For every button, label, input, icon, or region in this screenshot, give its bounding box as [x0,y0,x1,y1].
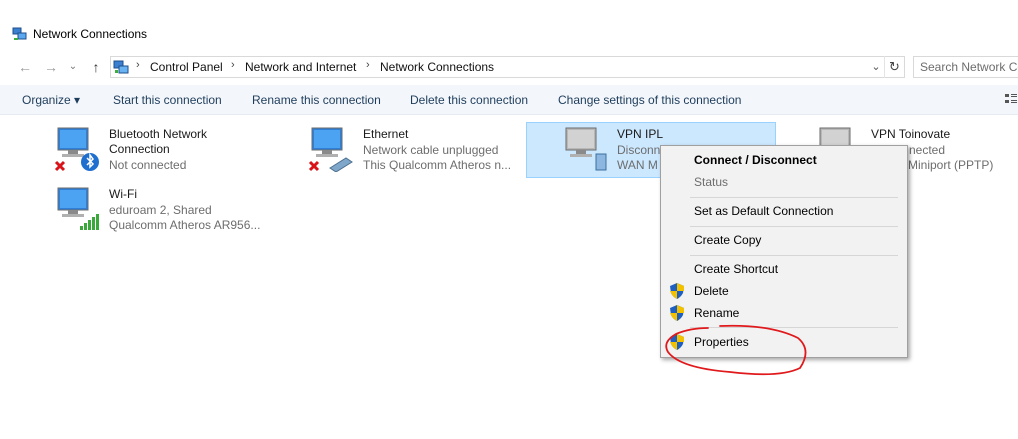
connection-name: Connection [109,142,170,156]
back-arrow-icon[interactable]: ← [16,58,34,76]
breadcrumb-separator-icon: › [231,59,235,71]
connection-device: Miniport (PPTP) [908,158,994,172]
recent-locations-chevron-icon[interactable]: ⌄ [64,58,82,76]
connection-name: VPN IPL [617,127,664,141]
menu-item-properties[interactable]: Properties [694,335,749,349]
window-title: Network Connections [33,27,148,41]
wifi-icon [57,187,99,230]
breadcrumb-control-panel[interactable]: Control Panel [150,60,223,74]
menu-separator [690,255,898,256]
connection-status: Not connected [109,158,187,172]
up-arrow-icon[interactable]: ↑ [87,58,105,76]
uac-shield-icon [670,305,684,321]
breadcrumb-network-and-internet[interactable]: Network and Internet [245,60,356,74]
menu-item-connect-disconnect[interactable]: Connect / Disconnect [694,153,817,167]
network-connections-icon [12,27,27,40]
view-options-icon[interactable] [1004,92,1018,106]
menu-item-create-copy[interactable]: Create Copy [694,233,761,247]
menu-item-delete[interactable]: Delete [694,284,729,298]
connection-device: This Qualcomm Atheros n... [363,158,512,172]
address-bar[interactable] [110,56,905,78]
menu-separator [690,327,898,328]
refresh-icon[interactable]: ↻ [884,56,904,78]
breadcrumb-network-connections[interactable]: Network Connections [380,60,494,74]
connection-name: Bluetooth Network [109,127,208,141]
connection-status: eduroam 2, Shared [109,203,212,217]
menu-separator [690,197,898,198]
connection-device: WAN M [617,158,658,172]
uac-shield-icon [670,283,684,299]
connection-name: Wi-Fi [109,187,137,201]
delete-connection-button[interactable]: Delete this connection [410,93,528,107]
search-input[interactable]: Search Network Co [913,56,1018,78]
start-connection-button[interactable]: Start this connection [113,93,222,107]
menu-item-create-shortcut[interactable]: Create Shortcut [694,262,778,276]
bluetooth-network-icon [54,127,99,172]
ethernet-icon [308,127,353,172]
connection-status: Disconn [617,143,661,157]
connection-device: Qualcomm Atheros AR956... [109,218,261,232]
title-bar [0,20,1018,50]
menu-separator [690,226,898,227]
address-dropdown-icon[interactable]: ⌄ [868,58,884,76]
connection-status: nected [909,143,946,157]
breadcrumb-separator-icon: › [136,59,140,71]
control-panel-icon [113,60,129,74]
change-settings-button[interactable]: Change settings of this connection [558,93,741,107]
breadcrumb-separator-icon: › [366,59,370,71]
desktop-strip [0,0,1018,20]
menu-item-status[interactable]: Status [694,175,728,189]
menu-item-set-default[interactable]: Set as Default Connection [694,204,833,218]
uac-shield-icon [670,334,684,350]
menu-item-rename[interactable]: Rename [694,306,739,320]
connection-name: VPN Toinovate [871,127,951,141]
forward-arrow-icon[interactable]: → [42,58,60,76]
connection-status: Network cable unplugged [363,143,499,157]
connection-name: Ethernet [363,127,409,141]
rename-connection-button[interactable]: Rename this connection [252,93,381,107]
organize-button[interactable]: Organize ▾ [22,93,80,107]
vpn-connection-icon [565,127,607,171]
